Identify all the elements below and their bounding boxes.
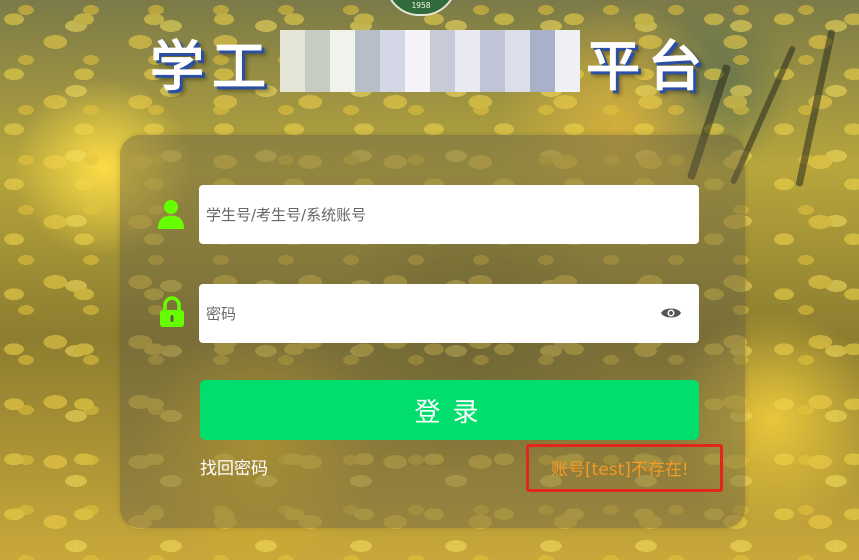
login-button[interactable]: 登录 bbox=[200, 380, 699, 440]
username-input[interactable] bbox=[199, 185, 699, 244]
page-title: 学工 平台 bbox=[140, 24, 720, 98]
lock-icon bbox=[160, 296, 184, 327]
eye-icon[interactable] bbox=[660, 305, 682, 321]
title-right-text: 平台 bbox=[586, 33, 710, 98]
title-pixelated-redaction bbox=[280, 30, 580, 92]
forgot-password-link[interactable]: 找回密码 bbox=[200, 454, 268, 479]
error-message: 账号[test]不存在! bbox=[551, 460, 689, 480]
title-left-text: 学工 bbox=[150, 33, 274, 98]
password-input[interactable] bbox=[199, 284, 699, 343]
login-page: 1958 学工 平台 登录 bbox=[0, 0, 859, 560]
emblem-year: 1958 bbox=[411, 1, 431, 10]
user-icon bbox=[158, 200, 184, 229]
